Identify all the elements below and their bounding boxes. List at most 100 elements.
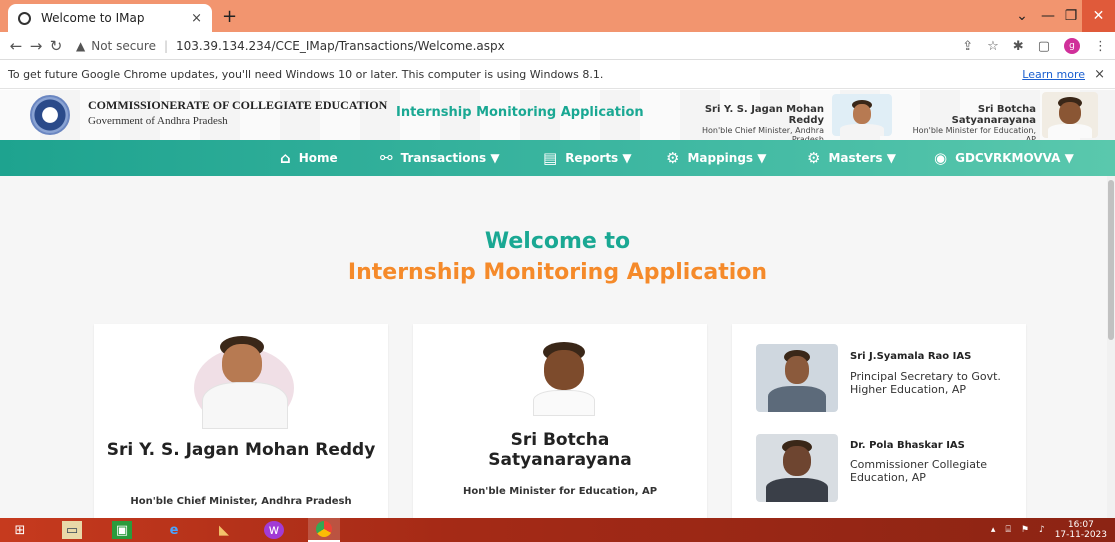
photo-body <box>766 478 828 502</box>
wps-app-icon[interactable]: w <box>264 521 284 539</box>
official-1-photo <box>756 344 838 412</box>
officials-card: Sri J.Syamala Rao IAS Principal Secretar… <box>732 324 1026 524</box>
extensions-icon[interactable]: ✱ <box>1013 39 1024 54</box>
learn-more-link[interactable]: Learn more <box>1022 68 1085 81</box>
scrollbar-thumb[interactable] <box>1108 180 1114 340</box>
cm-card-role: Hon'ble Chief Minister, Andhra Pradesh <box>130 496 352 507</box>
official-1-name: Sri J.Syamala Rao IAS <box>850 351 972 362</box>
minister-card-role: Hon'ble Minister for Education, AP <box>462 486 658 497</box>
system-tray: ▴ ⌸ ⚑ ♪ 16:07 17-11-2023 <box>991 518 1107 542</box>
reload-icon[interactable]: ↻ <box>46 37 66 55</box>
nav-masters-label: Masters ▼ <box>828 151 896 165</box>
nav-home-label: Home <box>298 151 338 165</box>
security-label: Not secure <box>91 38 156 53</box>
minister-card-name: Sri Botcha Satyanarayana <box>488 430 632 470</box>
tab-search-chevron-icon[interactable]: ⌄ <box>1010 0 1034 32</box>
nav-transactions[interactable]: ⚯ Transactions ▼ <box>380 140 500 176</box>
home-icon: ⌂ <box>280 149 291 167</box>
header-minister-name: Sri Botcha Satyanarayana <box>951 104 1036 126</box>
browser-toolbar: ← → ↻ ▲ Not secure | 103.39.134.234/CCE_… <box>0 32 1115 60</box>
paint-app-icon[interactable]: ◣ <box>214 521 234 539</box>
welcome-heading: Welcome to <box>484 229 631 254</box>
photo-face <box>1059 102 1081 124</box>
photo-body <box>768 386 826 412</box>
file-explorer-icon[interactable]: ▭ <box>62 521 82 539</box>
nav-mappings-label: Mappings ▼ <box>687 151 767 165</box>
header-minister-photo <box>1042 92 1098 138</box>
chrome-logo-icon <box>316 521 332 537</box>
minister-card: Sri Botcha Satyanarayana Hon'ble Ministe… <box>413 324 707 524</box>
header-cm-name: Sri Y. S. Jagan Mohan Reddy <box>704 104 824 126</box>
user-avatar-icon: ◉ <box>934 149 948 167</box>
nav-user-label: GDCVRKMOVVA ▼ <box>955 151 1074 165</box>
browser-tab[interactable]: Welcome to IMap × <box>8 4 212 32</box>
volume-icon[interactable]: ♪ <box>1039 525 1045 535</box>
masters-gear-icon: ⚙ <box>807 149 821 167</box>
photo-face <box>853 104 871 124</box>
tray-chevron-icon[interactable]: ▴ <box>991 525 996 535</box>
transactions-icon: ⚯ <box>380 149 393 167</box>
header-cm-photo <box>832 94 892 136</box>
nav-mappings[interactable]: ⚙ Mappings ▼ <box>666 140 766 176</box>
taskbar-clock[interactable]: 16:07 17-11-2023 <box>1055 520 1107 540</box>
store-icon[interactable]: ▣ <box>112 521 132 539</box>
network-icon[interactable]: ⌸ <box>1005 525 1010 535</box>
photo-face <box>544 350 584 390</box>
forward-arrow-icon[interactable]: → <box>26 37 46 55</box>
menu-dots-icon[interactable]: ⋮ <box>1094 39 1107 54</box>
minimize-icon[interactable]: — <box>1036 0 1060 32</box>
photo-body <box>533 390 595 416</box>
internet-explorer-icon[interactable]: e <box>164 521 184 539</box>
nav-reports[interactable]: ▤ Reports ▼ <box>543 140 632 176</box>
infobar-close-icon[interactable]: × <box>1094 67 1105 82</box>
chrome-taskbar-icon[interactable] <box>308 518 340 542</box>
infobar-message: To get future Google Chrome updates, you… <box>8 68 604 81</box>
photo-face <box>783 446 811 476</box>
reports-icon: ▤ <box>543 149 558 167</box>
back-arrow-icon[interactable]: ← <box>6 37 26 55</box>
share-icon[interactable]: ⇪ <box>962 39 973 54</box>
site-favicon-icon <box>18 11 31 25</box>
browser-window: Welcome to IMap × + ⌄ — ❐ ✕ ← → ↻ ▲ Not … <box>0 0 1115 542</box>
url-divider: | <box>163 38 169 53</box>
clock-date: 17-11-2023 <box>1054 530 1107 540</box>
photo-body <box>1048 124 1092 138</box>
site-header: COMMISSIONERATE OF COLLEGIATE EDUCATION … <box>0 90 1115 144</box>
nav-reports-label: Reports ▼ <box>565 151 632 165</box>
nav-user-menu[interactable]: ◉ GDCVRKMOVVA ▼ <box>934 140 1074 176</box>
official-1-role: Principal Secretary to Govt. Higher Educ… <box>850 370 1001 396</box>
main-navbar: ⌂ Home ⚯ Transactions ▼ ▤ Reports ▼ ⚙ Ma… <box>0 140 1115 176</box>
warning-icon: ▲ <box>76 38 86 53</box>
minister-portrait <box>529 338 599 416</box>
new-tab-button[interactable]: + <box>222 6 237 27</box>
photo-face <box>785 356 809 384</box>
nav-masters[interactable]: ⚙ Masters ▼ <box>807 140 896 176</box>
window-close-icon[interactable]: ✕ <box>1082 0 1115 32</box>
clock-time: 16:07 <box>1067 520 1094 530</box>
profile-avatar[interactable]: g <box>1064 38 1080 54</box>
official-2-role: Commissioner Collegiate Education, AP <box>850 458 988 484</box>
page-scrollbar[interactable] <box>1107 176 1115 518</box>
nav-transactions-label: Transactions ▼ <box>400 151 500 165</box>
flag-icon[interactable]: ⚑ <box>1021 525 1029 535</box>
bookmark-star-icon[interactable]: ☆ <box>987 39 999 54</box>
toolbar-icons: ⇪ ☆ ✱ ▢ g ⋮ <box>962 32 1107 60</box>
cm-card: Sri Y. S. Jagan Mohan Reddy Hon'ble Chie… <box>94 324 388 524</box>
photo-body <box>840 124 884 136</box>
tab-title: Welcome to IMap <box>41 11 145 25</box>
maximize-icon[interactable]: ❐ <box>1060 0 1082 32</box>
address-bar[interactable]: ▲ Not secure | 103.39.134.234/CCE_IMap/T… <box>76 39 505 53</box>
tab-strip: Welcome to IMap × + ⌄ — ❐ ✕ <box>0 0 1115 32</box>
nav-home[interactable]: ⌂ Home <box>280 140 338 176</box>
photo-body <box>202 382 288 429</box>
tab-close-icon[interactable]: × <box>191 11 202 26</box>
windows-start-icon[interactable]: ⊞ <box>10 521 30 539</box>
cm-portrait <box>164 324 324 429</box>
official-2-name: Dr. Pola Bhaskar IAS <box>850 440 965 451</box>
cm-card-name: Sri Y. S. Jagan Mohan Reddy <box>106 440 376 460</box>
update-infobar: To get future Google Chrome updates, you… <box>0 61 1115 89</box>
welcome-app-name: Internship Monitoring Application <box>347 260 768 285</box>
main-content: Welcome to Internship Monitoring Applica… <box>0 176 1115 524</box>
mappings-gear-icon: ⚙ <box>666 149 680 167</box>
side-panel-icon[interactable]: ▢ <box>1038 39 1050 54</box>
